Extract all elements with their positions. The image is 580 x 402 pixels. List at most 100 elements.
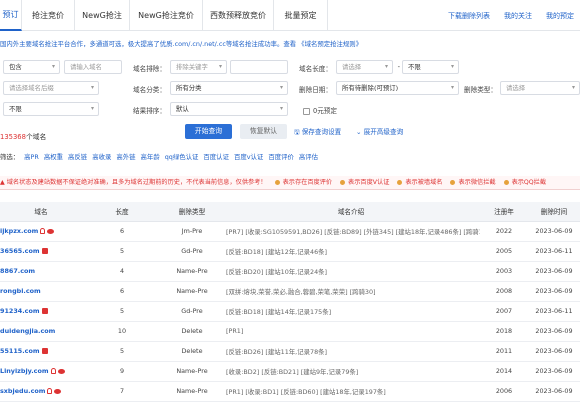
my-preorder-link[interactable]: 我的预定 bbox=[546, 11, 574, 21]
delete-type-select[interactable]: 请选择 ▾ bbox=[500, 81, 580, 95]
save-settings-link[interactable]: 🖫 保存查询设置 bbox=[294, 126, 341, 139]
col-domain[interactable]: 域名 bbox=[0, 202, 82, 221]
delete-date-label: 删除日期： bbox=[299, 86, 332, 94]
domain-cell[interactable]: sxbjedu.com bbox=[0, 381, 82, 401]
intro-cell-text: [双拼:熔块,荣誉,荣必,融合,蓉碧,荣笔,荣荣] [跨骑30] bbox=[226, 287, 376, 296]
tab-preorder[interactable]: 预订 bbox=[0, 0, 22, 31]
filter-high-eval[interactable]: 高评估 bbox=[299, 152, 318, 161]
table-row: rongbi.com 6 Name-Pre [双拼:熔块,荣誉,荣必,融合,蓉碧,荣笔… bbox=[0, 281, 580, 301]
domain-cell-text[interactable]: sxbjedu.com bbox=[0, 387, 45, 395]
domain-cell-text[interactable]: 36565.com bbox=[0, 247, 40, 255]
table-header: 域名 长度 删除类型 域名介绍 注册年 删除时间 bbox=[0, 202, 580, 221]
reg-year-cell-text: 2018 bbox=[495, 327, 513, 335]
filter-high-age[interactable]: 高年龄 bbox=[141, 152, 160, 161]
tab-batch-preorder[interactable]: 批量预定 bbox=[274, 0, 328, 31]
suffix-select[interactable]: 请选择域名后缀 ▾ bbox=[3, 81, 99, 95]
reg-year-cell: 2022 bbox=[480, 221, 528, 241]
table-row: Linyizbjy.com 9 Name-Pre [收录:BD2] [反链:BD21]… bbox=[0, 361, 580, 381]
delete-date-select[interactable]: 所有待删除(可预订) ▾ bbox=[336, 81, 459, 95]
length-cell-text: 5 bbox=[119, 307, 125, 315]
reg-year-cell-text: 2022 bbox=[495, 227, 513, 235]
reg-year-cell: 2005 bbox=[480, 241, 528, 261]
reg-year-cell-text: 2008 bbox=[495, 287, 513, 295]
filter-qq-green[interactable]: qq绿色认证 bbox=[165, 152, 199, 161]
reg-year-cell: 2008 bbox=[480, 281, 528, 301]
table-row: 36565.com 5 Gd-Pre [反链:BD18] [建站12年,记录46条] 2… bbox=[0, 241, 580, 261]
delete-date-cell: 2023-06-09 bbox=[528, 261, 580, 281]
filter-high-outlink[interactable]: 高外链 bbox=[116, 152, 135, 161]
filter-high-backlink[interactable]: 高反链 bbox=[68, 152, 87, 161]
domain-cell-text[interactable]: Linyizbjy.com bbox=[0, 367, 49, 375]
domain-cell[interactable]: ijkpzx.com bbox=[0, 221, 82, 241]
intro-cell: [PR1] bbox=[222, 321, 480, 341]
filter-baidu-v[interactable]: 百度v认证 bbox=[234, 152, 263, 161]
reg-year-cell-text: 2011 bbox=[495, 347, 513, 355]
col-intro: 域名介绍 bbox=[337, 208, 365, 217]
category-select[interactable]: 所有分类 ▾ bbox=[170, 81, 288, 95]
chevron-down-icon: ▾ bbox=[90, 105, 94, 112]
warning-icon: ▲ bbox=[0, 179, 7, 186]
length-cell-text: 7 bbox=[119, 387, 125, 395]
download-delete-list-link[interactable]: 下载删除列表 bbox=[448, 11, 490, 21]
exclude-select[interactable]: 排除关键字 ▾ bbox=[170, 60, 227, 74]
domain-cell-text[interactable]: ijkpzx.com bbox=[0, 227, 38, 235]
intro-cell: [收录:BD2] [反链:BD21] [建站9年,记录79条] bbox=[222, 361, 480, 381]
tab-newg-bid[interactable]: NewG抢注竞价 bbox=[130, 0, 203, 31]
reg-year-cell-text: 2006 bbox=[495, 387, 513, 395]
contains-select[interactable]: 包含 ▾ bbox=[3, 60, 60, 74]
col-delete-type[interactable]: 删除类型 bbox=[162, 202, 222, 221]
domain-cell[interactable]: rongbi.com bbox=[0, 281, 82, 301]
domain-cell-text[interactable]: 91234.com bbox=[0, 307, 40, 315]
form-row-1: 包含 ▾ 请输入域名 域名排除： 排除关键字 ▾ 域名长度： 请选择 ▾ - 不限 ▾ bbox=[0, 60, 580, 76]
delete-date-cell-text: 2023-06-09 bbox=[535, 327, 573, 335]
zero-price-checkbox[interactable]: 0元预定 bbox=[303, 105, 353, 115]
tab-xishu-bid[interactable]: 西数预释放竞价 bbox=[203, 0, 274, 31]
domain-cell-text[interactable]: 55115.com bbox=[0, 347, 40, 355]
domain-cell[interactable]: 91234.com bbox=[0, 301, 82, 321]
col-reg-year[interactable]: 注册年 bbox=[480, 202, 528, 221]
filter-baidu-cert[interactable]: 百度认证 bbox=[203, 152, 229, 161]
domain-cell[interactable]: 8867.com bbox=[0, 261, 82, 281]
chevron-down-icon: ▾ bbox=[218, 63, 222, 70]
domain-cell-text[interactable]: 8867.com bbox=[0, 267, 35, 275]
table-row: duidengjia.com 10 Delete [PR1] 2018 2023-06-0… bbox=[0, 321, 580, 341]
reset-button[interactable]: 恢复默认 bbox=[240, 124, 287, 139]
filter-baidu-review[interactable]: 百度评价 bbox=[268, 152, 294, 161]
length-cell: 9 bbox=[82, 361, 162, 381]
my-watch-link[interactable]: 我的关注 bbox=[504, 11, 532, 21]
domain-cell[interactable]: duidengjia.com bbox=[0, 321, 82, 341]
advanced-search-link[interactable]: ⌄ 展开高级查询 bbox=[356, 126, 403, 136]
range-separator: - bbox=[397, 63, 400, 71]
table-row: 91234.com 5 Gd-Pre [反链:BD18] [建站14年,记录175条]… bbox=[0, 301, 580, 321]
tab-newg-snatch[interactable]: NewG抢注 bbox=[75, 0, 130, 31]
intro-cell-text: [PR1] bbox=[226, 327, 244, 335]
col-length[interactable]: 长度 bbox=[82, 202, 162, 221]
flag-icon bbox=[41, 348, 48, 354]
limit-select[interactable]: 不限 ▾ bbox=[3, 102, 99, 116]
exclude-input[interactable] bbox=[230, 60, 288, 74]
filter-high-weight[interactable]: 高权重 bbox=[44, 152, 63, 161]
delete-date-cell: 2023-06-09 bbox=[528, 361, 580, 381]
delete-type-cell: Gd-Pre bbox=[162, 301, 222, 321]
sort-select[interactable]: 默认 ▾ bbox=[170, 102, 288, 116]
form-row-4: 开始查询 恢复默认 🖫 保存查询设置 ⌄ 展开高级查询 bbox=[0, 124, 580, 140]
filter-high-pr[interactable]: 高PR bbox=[24, 152, 39, 161]
search-button[interactable]: 开始查询 bbox=[185, 124, 232, 139]
delete-type-cell-text: Delete bbox=[181, 347, 203, 355]
domain-cell[interactable]: 36565.com bbox=[0, 241, 82, 261]
domain-cell[interactable]: Linyizbjy.com bbox=[0, 361, 82, 381]
chevron-down-icon: ▾ bbox=[279, 105, 283, 112]
domain-cell-text[interactable]: rongbi.com bbox=[0, 287, 41, 295]
intro-cell-text: [PR1] [收录:BD1] [反链:BD60] [建站18年,记录197条] bbox=[226, 387, 386, 396]
length-select[interactable]: 请选择 ▾ bbox=[336, 60, 393, 74]
delete-type-cell-text: Name-Pre bbox=[176, 287, 208, 295]
length-cell-text: 9 bbox=[119, 367, 125, 375]
delete-type-cell: Name-Pre bbox=[162, 381, 222, 401]
domain-cell[interactable]: 55115.com bbox=[0, 341, 82, 361]
keyword-input[interactable]: 请输入域名 bbox=[64, 60, 122, 74]
domain-cell-text[interactable]: duidengjia.com bbox=[0, 327, 55, 335]
tab-snatch-bid[interactable]: 抢注竞价 bbox=[22, 0, 75, 31]
col-delete-date[interactable]: 删除时间 bbox=[528, 202, 580, 221]
filter-high-index[interactable]: 高收录 bbox=[92, 152, 111, 161]
length-limit-select[interactable]: 不限 ▾ bbox=[402, 60, 459, 74]
